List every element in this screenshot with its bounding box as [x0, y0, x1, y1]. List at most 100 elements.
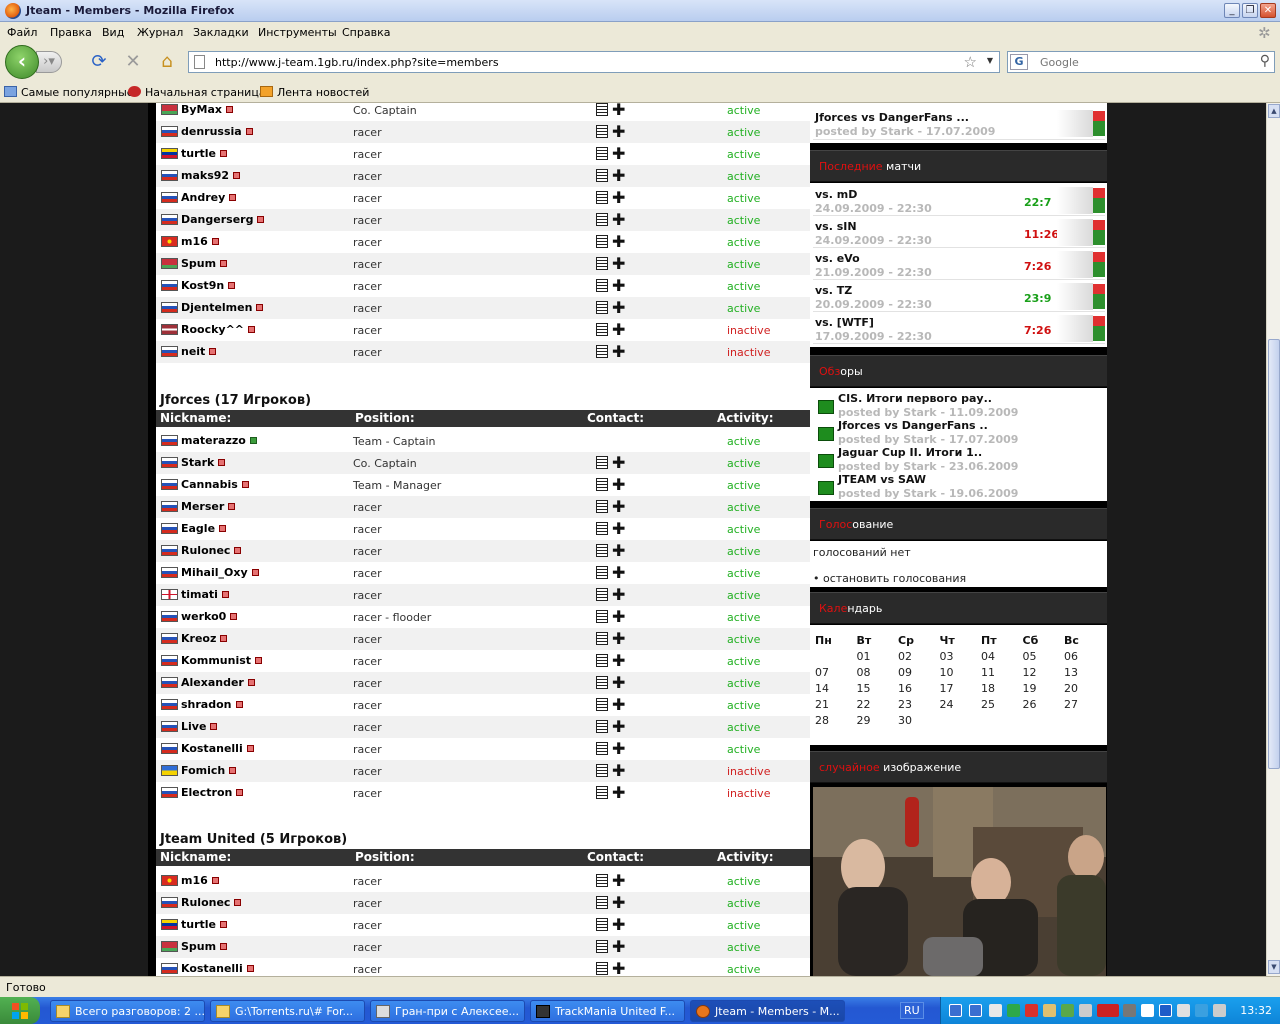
ati-icon[interactable]	[1097, 1004, 1119, 1017]
profile-icon[interactable]	[596, 323, 608, 336]
review-item[interactable]: CIS. Итоги первого рау.. posted by Stark …	[818, 392, 1103, 419]
add-buddy-icon[interactable]: ✚	[612, 873, 628, 889]
nickname-text[interactable]: Fomich	[181, 764, 225, 777]
close-button[interactable]: ✕	[1260, 3, 1276, 18]
scroll-up-icon[interactable]: ▲	[1268, 104, 1280, 118]
calendar-day[interactable]: 03	[940, 650, 980, 663]
match-opponent[interactable]: vs. [WTF]	[815, 316, 874, 329]
profile-icon[interactable]	[596, 918, 608, 931]
calendar-day[interactable]: 29	[857, 714, 897, 727]
tray-icon[interactable]	[1007, 1004, 1020, 1017]
member-nickname[interactable]: Mihail_Oxy	[181, 566, 259, 579]
match-opponent[interactable]: vs. sIN	[815, 220, 857, 233]
menu-help[interactable]: Справка	[342, 26, 390, 39]
profile-icon[interactable]	[596, 522, 608, 535]
profile-icon[interactable]	[596, 588, 608, 601]
add-buddy-icon[interactable]: ✚	[612, 653, 628, 669]
match-item[interactable]: vs. sIN 24.09.2009 - 22:30 11:26	[813, 217, 1105, 248]
tray-icon[interactable]	[1043, 1004, 1056, 1017]
review-title[interactable]: Jaguar Cup II. Итоги 1..	[838, 446, 982, 459]
member-nickname[interactable]: neit	[181, 345, 217, 358]
calendar-day[interactable]: 05	[1023, 650, 1063, 663]
search-engine-icon[interactable]: G	[1010, 54, 1028, 70]
match-item[interactable]: vs. [WTF] 17.09.2009 - 22:30 7:26	[813, 313, 1105, 344]
member-nickname[interactable]: turtle	[181, 147, 228, 160]
nickname-text[interactable]: ByMax	[181, 103, 222, 116]
url-dropdown-icon[interactable]: ▼	[987, 56, 993, 65]
calendar-day[interactable]: 16	[898, 682, 938, 695]
news-title[interactable]: Jforces vs DangerFans ...	[815, 111, 969, 124]
review-title[interactable]: Jforces vs DangerFans ..	[838, 419, 988, 432]
tray-icon[interactable]	[1177, 1004, 1190, 1017]
add-buddy-icon[interactable]: ✚	[612, 785, 628, 801]
add-buddy-icon[interactable]: ✚	[612, 609, 628, 625]
member-nickname[interactable]: Djentelmen	[181, 301, 264, 314]
add-buddy-icon[interactable]: ✚	[612, 146, 628, 162]
profile-icon[interactable]	[596, 279, 608, 292]
menu-history[interactable]: Журнал	[137, 26, 183, 39]
add-buddy-icon[interactable]: ✚	[612, 300, 628, 316]
forward-button[interactable]: ›▾	[36, 51, 62, 73]
nickname-text[interactable]: Kreoz	[181, 632, 216, 645]
tray-icon[interactable]	[949, 1004, 962, 1017]
calendar-day[interactable]: 24	[940, 698, 980, 711]
nickname-text[interactable]: timati	[181, 588, 218, 601]
add-buddy-icon[interactable]: ✚	[612, 499, 628, 515]
add-buddy-icon[interactable]: ✚	[612, 103, 628, 118]
member-nickname[interactable]: m16	[181, 874, 219, 887]
add-buddy-icon[interactable]: ✚	[612, 124, 628, 140]
bookmark-start-page[interactable]: Начальная страница	[128, 86, 266, 99]
add-buddy-icon[interactable]: ✚	[612, 631, 628, 647]
match-item[interactable]: vs. TZ 20.09.2009 - 22:30 23:9	[813, 281, 1105, 312]
add-buddy-icon[interactable]: ✚	[612, 565, 628, 581]
calendar-day[interactable]: 19	[1023, 682, 1063, 695]
calendar-day[interactable]: 10	[940, 666, 980, 679]
calendar-day[interactable]: 12	[1023, 666, 1063, 679]
nickname-text[interactable]: Kostanelli	[181, 742, 243, 755]
add-buddy-icon[interactable]: ✚	[612, 521, 628, 537]
calendar-day[interactable]: 27	[1064, 698, 1104, 711]
member-nickname[interactable]: timati	[181, 588, 229, 601]
profile-icon[interactable]	[596, 257, 608, 270]
minimize-button[interactable]: _	[1224, 3, 1240, 18]
nickname-text[interactable]: maks92	[181, 169, 229, 182]
menu-file[interactable]: Файл	[7, 26, 37, 39]
language-indicator[interactable]: RU	[900, 1002, 924, 1019]
tray-icon[interactable]	[1159, 1004, 1172, 1017]
calendar-day[interactable]: 22	[857, 698, 897, 711]
nickname-text[interactable]: denrussia	[181, 125, 242, 138]
calendar-day[interactable]: 02	[898, 650, 938, 663]
profile-icon[interactable]	[596, 764, 608, 777]
calendar-day[interactable]: 13	[1064, 666, 1104, 679]
member-nickname[interactable]: Spum	[181, 940, 228, 953]
nickname-text[interactable]: Mihail_Oxy	[181, 566, 248, 579]
member-nickname[interactable]: Andrey	[181, 191, 237, 204]
profile-icon[interactable]	[596, 698, 608, 711]
nickname-text[interactable]: Andrey	[181, 191, 225, 204]
profile-icon[interactable]	[596, 896, 608, 909]
member-nickname[interactable]: Kommunist	[181, 654, 263, 667]
match-item[interactable]: vs. eVo 21.09.2009 - 22:30 7:26	[813, 249, 1105, 280]
nickname-text[interactable]: Spum	[181, 940, 216, 953]
nickname-text[interactable]: Eagle	[181, 522, 215, 535]
review-item[interactable]: JTEAM vs SAW posted by Stark - 19.06.2009	[818, 473, 1103, 500]
home-icon[interactable]: ⌂	[156, 51, 178, 73]
profile-icon[interactable]	[596, 720, 608, 733]
profile-icon[interactable]	[596, 103, 608, 116]
profile-icon[interactable]	[596, 962, 608, 975]
nickname-text[interactable]: neit	[181, 345, 205, 358]
add-buddy-icon[interactable]: ✚	[612, 278, 628, 294]
calendar-day[interactable]: 30	[898, 714, 938, 727]
profile-icon[interactable]	[596, 940, 608, 953]
nickname-text[interactable]: Dangerserg	[181, 213, 253, 226]
nickname-text[interactable]: Spum	[181, 257, 216, 270]
add-buddy-icon[interactable]: ✚	[612, 190, 628, 206]
review-item[interactable]: Jforces vs DangerFans .. posted by Stark …	[818, 419, 1103, 446]
bookmark-star-icon[interactable]: ☆	[964, 53, 977, 71]
tray-icon[interactable]	[1195, 1004, 1208, 1017]
member-nickname[interactable]: turtle	[181, 918, 228, 931]
calendar-day[interactable]: 11	[981, 666, 1021, 679]
profile-icon[interactable]	[596, 478, 608, 491]
nickname-text[interactable]: Kostanelli	[181, 962, 243, 975]
nickname-text[interactable]: turtle	[181, 918, 216, 931]
